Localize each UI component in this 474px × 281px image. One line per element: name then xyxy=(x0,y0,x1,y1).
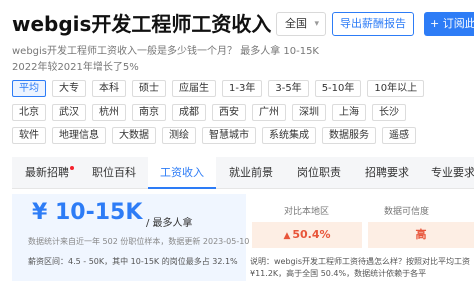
tab-job-requirements[interactable]: 招聘要求 xyxy=(354,157,420,189)
filter-chip-graduate[interactable]: 应届生 xyxy=(172,80,216,97)
city-chip-xian[interactable]: 西安 xyxy=(212,104,246,121)
filter-chip-3-5-years[interactable]: 3-5年 xyxy=(268,80,309,97)
arrow-up-icon: ▲ xyxy=(283,231,291,241)
filter-chip-5-10-years[interactable]: 5-10年 xyxy=(314,80,362,97)
compare-value: 50.4% xyxy=(292,228,331,241)
industry-chip-geoinformation[interactable]: 地理信息 xyxy=(52,127,106,144)
tab-label: 最新招聘 xyxy=(25,166,69,179)
compare-value-box: ▲ 50.4% xyxy=(252,222,362,248)
new-dot-icon xyxy=(70,166,74,170)
industry-chip-remote-sensing[interactable]: 遥感 xyxy=(382,127,416,144)
tab-major-requirements[interactable]: 专业要求 xyxy=(422,157,474,189)
city-chip-nanjing[interactable]: 南京 xyxy=(132,104,166,121)
tab-job-duties[interactable]: 岗位职责 xyxy=(286,157,352,189)
page-title: webgis开发工程师工资收入 xyxy=(12,12,272,36)
filter-chip-1-3-years[interactable]: 1-3年 xyxy=(222,80,263,97)
city-chip-shanghai[interactable]: 上海 xyxy=(332,104,366,121)
industry-chip-surveying[interactable]: 测绘 xyxy=(162,127,196,144)
subscribe-button[interactable]: + 订阅此职 xyxy=(424,12,474,36)
industry-chip-system-integration[interactable]: 系统集成 xyxy=(262,127,316,144)
tab-job-wiki[interactable]: 职位百科 xyxy=(82,157,146,189)
confidence-label: 数据可信度 xyxy=(384,207,430,217)
chevron-down-icon: ▾ xyxy=(314,19,319,29)
city-chip-changsha[interactable]: 长沙 xyxy=(372,104,406,121)
industry-filter-row: 软件 地理信息 大数据 测绘 智慧城市 系统集成 数据服务 遥感 xyxy=(12,127,416,144)
tab-latest-jobs[interactable]: 最新招聘 xyxy=(12,157,82,189)
region-select-value: 全国 xyxy=(285,17,307,30)
filter-chip-master[interactable]: 硕士 xyxy=(132,80,166,97)
city-chip-guangzhou[interactable]: 广州 xyxy=(252,104,286,121)
salary-value: ¥ 10-15K xyxy=(32,200,143,225)
filter-chip-average[interactable]: 平均 xyxy=(12,80,46,97)
confidence-value: 高 xyxy=(368,222,474,248)
city-chip-shenzhen[interactable]: 深圳 xyxy=(292,104,326,121)
salary-panel: ¥ 10-15K / 最多人拿 数据统计来自近一年 502 份职位样本，数据更新… xyxy=(12,194,250,281)
city-chip-wuhan[interactable]: 武汉 xyxy=(52,104,86,121)
industry-chip-smart-city[interactable]: 智慧城市 xyxy=(202,127,256,144)
city-filter-row: 北京 武汉 杭州 南京 成都 西安 广州 深圳 上海 长沙 xyxy=(12,104,406,121)
industry-chip-data-service[interactable]: 数据服务 xyxy=(322,127,376,144)
city-chip-beijing[interactable]: 北京 xyxy=(12,104,46,121)
growth-note: 2022年较2021年增长了5% xyxy=(12,62,139,73)
experience-filter-row: 平均 大专 本科 硕士 应届生 1-3年 3-5年 5-10年 10年以上 xyxy=(12,80,425,97)
salary-note: / 最多人拿 xyxy=(146,218,193,229)
industry-chip-software[interactable]: 软件 xyxy=(12,127,46,144)
filter-chip-associate[interactable]: 大专 xyxy=(52,80,86,97)
data-source-note: 数据统计来自近一年 502 份职位样本，数据更新 2023-05-10 xyxy=(28,237,250,246)
city-chip-chengdu[interactable]: 成都 xyxy=(172,104,206,121)
tab-employment-outlook[interactable]: 就业前景 xyxy=(218,157,284,189)
city-chip-hangzhou[interactable]: 杭州 xyxy=(92,104,126,121)
compare-label: 对比本地区 xyxy=(284,207,330,217)
filter-chip-10-plus-years[interactable]: 10年以上 xyxy=(367,80,425,97)
tab-salary[interactable]: 工资收入 xyxy=(148,157,216,189)
explanation-text: 说明：webgis开发工程师工资待遇怎么样？按照对比平均工资¥11.2K，高于全… xyxy=(250,257,471,278)
salary-range-note: 薪资区间：4.5 - 50K，其中 10-15K 的岗位最多占 32.1% xyxy=(28,257,238,266)
salary-description: webgis开发工程师工资收入一般是多少钱一个月？ 最多人拿 10-15K xyxy=(12,46,319,57)
section-tabs: 最新招聘 职位百科 工资收入 就业前景 岗位职责 招聘要求 专业要求 xyxy=(12,157,474,189)
region-select[interactable]: 全国 ▾ xyxy=(276,12,326,36)
export-report-button[interactable]: 导出薪酬报告 xyxy=(332,12,414,36)
industry-chip-big-data[interactable]: 大数据 xyxy=(112,127,156,144)
filter-chip-bachelor[interactable]: 本科 xyxy=(92,80,126,97)
